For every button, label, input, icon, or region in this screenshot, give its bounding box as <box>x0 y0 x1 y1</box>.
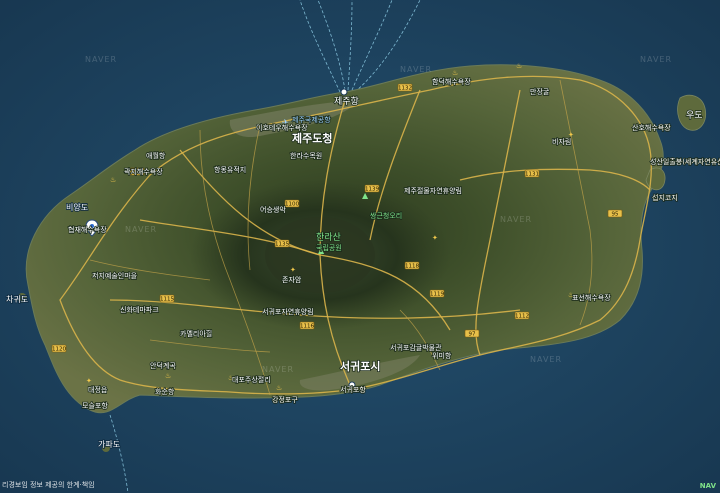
label-seogwipo-olle[interactable]: 서귀포감귤박물관 <box>389 342 443 353</box>
svg-text:1120: 1120 <box>52 347 66 353</box>
label-seogwipo-forest[interactable]: 서귀포자연휴양림 <box>261 306 314 317</box>
label-biyangdo[interactable]: 비양도 <box>65 202 89 213</box>
label-gwakji[interactable]: 곽지해수욕장 <box>123 166 164 177</box>
peak-icon: ▲ <box>362 191 369 200</box>
naver-logo: NAV <box>699 482 716 490</box>
beach-icon: ♨ <box>516 62 522 70</box>
label-jeju-univ[interactable]: 한라수목원 <box>289 150 323 161</box>
label-hallasan[interactable]: 한라산 <box>315 231 341 244</box>
svg-text:1112: 1112 <box>515 314 529 320</box>
attraction-icon: ✦ <box>290 266 296 274</box>
label-jeju-city[interactable]: 제주도청 <box>291 130 333 146</box>
svg-text:97: 97 <box>469 332 476 338</box>
label-daejeong[interactable]: 대정읍 <box>87 384 108 395</box>
label-pyoseon[interactable]: 표선해수욕장 <box>571 292 612 303</box>
label-gapado[interactable]: 가파도 <box>97 439 121 450</box>
beach-icon: ♨ <box>110 176 116 184</box>
road-shield: 1131 <box>524 169 540 178</box>
beach-icon: ♨ <box>165 372 171 380</box>
label-hyeopjae[interactable]: 협재해수욕장 <box>67 224 108 235</box>
label-jonjaeak[interactable]: 존자암 <box>281 274 302 285</box>
label-seongsan[interactable]: 성산일출봉(세계자연유산) <box>649 156 720 167</box>
label-hallasan-park[interactable]: 국립공원 <box>315 242 342 253</box>
svg-text:1116: 1116 <box>300 324 314 330</box>
road-shield: 1115 <box>159 294 174 303</box>
svg-text:1131: 1131 <box>525 172 539 178</box>
label-eorimok[interactable]: 어승생악 <box>259 204 287 215</box>
label-seogwipo-port[interactable]: 서귀포항 <box>339 384 367 395</box>
road-shield: 1100 <box>284 199 299 208</box>
label-camellia[interactable]: 카멜리아힐 <box>179 328 213 339</box>
svg-text:NAVER: NAVER <box>640 55 672 64</box>
label-jeju-port[interactable]: 제주항 <box>333 95 359 108</box>
svg-text:1135: 1135 <box>275 242 289 248</box>
label-hamdeok[interactable]: 함덕해수욕장 <box>431 76 472 87</box>
svg-text:NAVER: NAVER <box>85 55 117 64</box>
label-seopjikoji[interactable]: 섭지코지 <box>651 192 678 203</box>
label-airport[interactable]: 제주국제공항 <box>291 114 332 125</box>
svg-text:1132: 1132 <box>398 86 412 92</box>
label-iho[interactable]: 이호테우해수욕장 <box>255 122 309 133</box>
svg-text:1100: 1100 <box>285 202 299 208</box>
beach-icon: ♨ <box>452 69 458 77</box>
road-shield: 1112 <box>514 311 530 320</box>
label-yongnuni[interactable]: 쌍근청오리 <box>369 210 403 221</box>
label-udo[interactable]: 우도 <box>685 109 703 122</box>
label-hwasun[interactable]: 화순항 <box>154 386 175 397</box>
svg-text:NAVER: NAVER <box>400 65 432 74</box>
svg-text:95: 95 <box>612 212 619 218</box>
label-jeju-museum[interactable]: 제주절물자연휴양림 <box>403 185 463 196</box>
label-chagwido[interactable]: 차귀도 <box>5 293 29 305</box>
svg-text:1118: 1118 <box>405 264 419 270</box>
attraction-icon: ✦ <box>86 377 92 385</box>
svg-text:NAVER: NAVER <box>125 225 157 234</box>
label-andeok[interactable]: 안덕계곡 <box>149 360 177 371</box>
label-seogwipo[interactable]: 서귀포시 <box>339 358 381 374</box>
svg-text:1115: 1115 <box>160 297 174 303</box>
road-shield: 1135 <box>274 239 289 248</box>
port-icon <box>340 88 348 96</box>
svg-text:NAVER: NAVER <box>262 365 294 374</box>
road-shield: 1116 <box>299 321 314 330</box>
label-jeoji[interactable]: 저지예술인마을 <box>91 270 138 281</box>
map-attribution[interactable]: 리경보임 정보 제공의 한계·책임 <box>2 480 95 490</box>
svg-text:1119: 1119 <box>430 292 444 298</box>
svg-text:NAVER: NAVER <box>530 355 562 364</box>
label-aewol[interactable]: 애월항 <box>145 150 166 161</box>
label-sanho-beach[interactable]: 산호해수욕장 <box>631 122 672 133</box>
attraction-icon: ✦ <box>432 234 438 242</box>
label-sinhwa[interactable]: 신화테마파크 <box>119 304 160 315</box>
road-shield: 1120 <box>51 344 66 353</box>
road-shield: 97 <box>464 329 480 338</box>
label-moseulpo[interactable]: 모슬포항 <box>81 400 109 411</box>
label-wimi[interactable]: 위미항 <box>431 350 452 361</box>
label-daepo[interactable]: 대포주상절리 <box>231 374 271 385</box>
road-shield: 1119 <box>429 289 444 298</box>
map-canvas[interactable]: 1132 1136 1139 1115 1118 1131 1112 1119 … <box>0 0 720 493</box>
label-bijarim[interactable]: 비자림 <box>551 136 572 147</box>
road-shield: 1132 <box>397 83 413 92</box>
label-manjanggul[interactable]: 만장굴 <box>529 86 550 97</box>
label-gangjeong[interactable]: 강정포구 <box>271 394 299 405</box>
svg-text:NAVER: NAVER <box>500 215 532 224</box>
road-shield: 95 <box>607 209 623 218</box>
road-shield: 1118 <box>404 261 419 270</box>
beach-icon: ♨ <box>276 384 282 392</box>
label-hangpadu[interactable]: 항몽유적지 <box>213 164 247 175</box>
